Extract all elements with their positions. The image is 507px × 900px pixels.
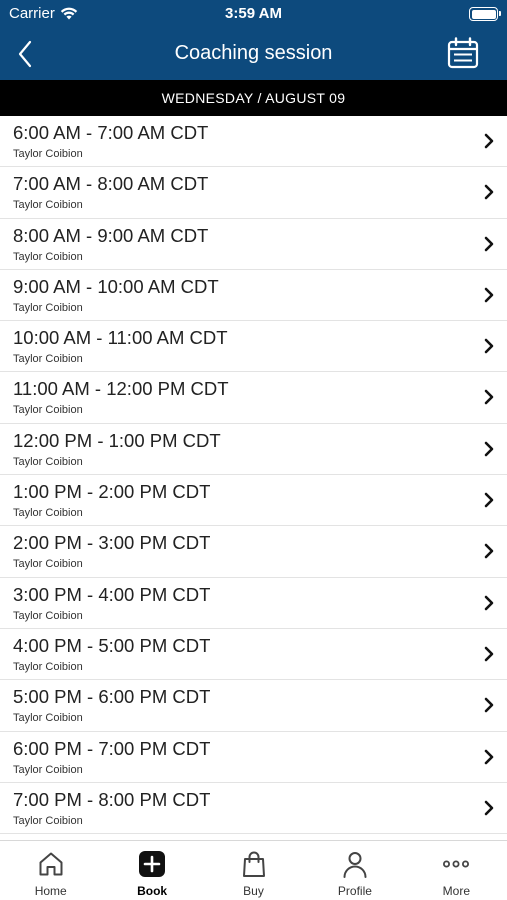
tab-label: Buy bbox=[243, 884, 264, 898]
tab-bar: Home Book Buy Profile More bbox=[0, 840, 507, 900]
session-row[interactable]: 10:00 AM - 11:00 AM CDT Taylor Coibion bbox=[0, 321, 507, 373]
session-row[interactable]: 9:00 AM - 10:00 AM CDT Taylor Coibion bbox=[0, 270, 507, 322]
session-row[interactable]: 6:00 AM - 7:00 AM CDT Taylor Coibion bbox=[0, 116, 507, 168]
tab-home[interactable]: Home bbox=[0, 841, 101, 900]
session-coach: Taylor Coibion bbox=[13, 199, 83, 212]
chevron-right-icon bbox=[484, 749, 494, 764]
chevron-right-icon bbox=[484, 441, 494, 457]
session-coach: Taylor Coibion bbox=[13, 712, 83, 725]
session-coach: Taylor Coibion bbox=[13, 609, 83, 622]
session-row[interactable]: 1:00 PM - 2:00 PM CDT Taylor Coibion bbox=[0, 475, 507, 527]
home-icon bbox=[39, 852, 63, 876]
calendar-icon bbox=[447, 37, 479, 69]
session-coach: Taylor Coibion bbox=[13, 404, 83, 417]
session-time: 2:00 PM - 3:00 PM CDT bbox=[13, 532, 211, 554]
page-title: Coaching session bbox=[174, 42, 333, 64]
session-coach: Taylor Coibion bbox=[13, 148, 83, 160]
shopping-bag-icon bbox=[242, 851, 265, 877]
session-time: 7:00 PM - 8:00 PM CDT bbox=[13, 788, 211, 810]
chevron-right-icon bbox=[484, 544, 494, 559]
session-row[interactable]: 7:00 PM - 8:00 PM CDT Taylor Coibion bbox=[0, 783, 507, 835]
tab-label: More bbox=[442, 884, 470, 898]
nav-bar: Coaching session bbox=[0, 30, 507, 80]
tab-buy[interactable]: Buy bbox=[203, 841, 304, 900]
tab-label: Profile bbox=[337, 884, 372, 898]
chevron-right-icon bbox=[484, 595, 494, 610]
session-row[interactable]: 7:00 AM - 8:00 AM CDT Taylor Coibion bbox=[0, 167, 507, 219]
tab-profile[interactable]: Profile bbox=[304, 841, 405, 900]
status-bar: Carrier 3:59 AM bbox=[0, 0, 507, 30]
date-header: WEDNESDAY / AUGUST 09 bbox=[0, 80, 507, 116]
battery-icon bbox=[469, 7, 501, 21]
top-header: Carrier 3:59 AM Coaching session bbox=[0, 0, 507, 80]
session-time: 3:00 PM - 4:00 PM CDT bbox=[13, 583, 211, 605]
tab-label: Book bbox=[137, 884, 168, 898]
session-time: 1:00 PM - 2:00 PM CDT bbox=[13, 481, 211, 503]
session-time: 10:00 AM - 11:00 AM CDT bbox=[13, 327, 228, 349]
chevron-right-icon bbox=[484, 646, 494, 662]
session-time: 4:00 PM - 5:00 PM CDT bbox=[13, 634, 211, 656]
status-time: 3:59 AM bbox=[225, 5, 282, 22]
session-row[interactable]: 5:00 PM - 6:00 PM CDT Taylor Coibion bbox=[0, 680, 507, 732]
session-coach: Taylor Coibion bbox=[13, 353, 83, 366]
session-time: 6:00 AM - 7:00 AM CDT bbox=[13, 122, 209, 143]
chevron-right-icon bbox=[484, 492, 494, 508]
chevron-right-icon bbox=[484, 338, 494, 354]
session-coach: Taylor Coibion bbox=[13, 660, 83, 673]
more-dots-icon bbox=[443, 860, 470, 868]
plus-square-icon bbox=[139, 851, 166, 877]
session-coach: Taylor Coibion bbox=[13, 455, 83, 468]
session-row[interactable]: 6:00 PM - 7:00 PM CDT Taylor Coibion bbox=[0, 732, 507, 783]
chevron-right-icon bbox=[484, 390, 494, 405]
session-row[interactable]: 4:00 PM - 5:00 PM CDT Taylor Coibion bbox=[0, 629, 507, 681]
calendar-button[interactable] bbox=[447, 37, 479, 69]
session-coach: Taylor Coibion bbox=[13, 507, 83, 520]
chevron-right-icon bbox=[484, 133, 494, 149]
tab-label: Home bbox=[34, 884, 67, 898]
session-time: 5:00 PM - 6:00 PM CDT bbox=[13, 686, 211, 708]
session-row[interactable]: 8:00 AM - 9:00 AM CDT Taylor Coibion bbox=[0, 219, 507, 270]
session-row[interactable]: 3:00 PM - 4:00 PM CDT Taylor Coibion bbox=[0, 578, 507, 629]
session-coach: Taylor Coibion bbox=[13, 301, 83, 314]
session-row[interactable]: 12:00 PM - 1:00 PM CDT Taylor Coibion bbox=[0, 424, 507, 476]
session-time: 11:00 AM - 12:00 PM CDT bbox=[13, 378, 229, 400]
session-row[interactable]: 2:00 PM - 3:00 PM CDT Taylor Coibion bbox=[0, 526, 507, 578]
session-coach: Taylor Coibion bbox=[13, 814, 83, 827]
session-coach: Taylor Coibion bbox=[13, 250, 83, 263]
session-time: 7:00 AM - 8:00 AM CDT bbox=[13, 173, 209, 195]
tab-more[interactable]: More bbox=[406, 841, 507, 900]
chevron-right-icon bbox=[484, 800, 494, 816]
session-row[interactable]: 11:00 AM - 12:00 PM CDT Taylor Coibion bbox=[0, 372, 507, 424]
session-time: 8:00 AM - 9:00 AM CDT bbox=[13, 224, 209, 246]
session-coach: Taylor Coibion bbox=[13, 763, 83, 776]
session-coach: Taylor Coibion bbox=[13, 558, 83, 571]
session-time: 6:00 PM - 7:00 PM CDT bbox=[13, 737, 211, 759]
session-time: 9:00 AM - 10:00 AM CDT bbox=[13, 275, 219, 297]
chevron-right-icon bbox=[484, 184, 494, 200]
chevron-right-icon bbox=[484, 236, 494, 251]
session-time: 12:00 PM - 1:00 PM CDT bbox=[13, 429, 221, 451]
chevron-right-icon bbox=[484, 287, 494, 303]
person-icon bbox=[343, 852, 367, 878]
chevron-right-icon bbox=[484, 697, 494, 713]
tab-book[interactable]: Book bbox=[101, 841, 202, 900]
session-list: 6:00 AM - 7:00 AM CDT Taylor Coibion 7:0… bbox=[0, 116, 507, 840]
